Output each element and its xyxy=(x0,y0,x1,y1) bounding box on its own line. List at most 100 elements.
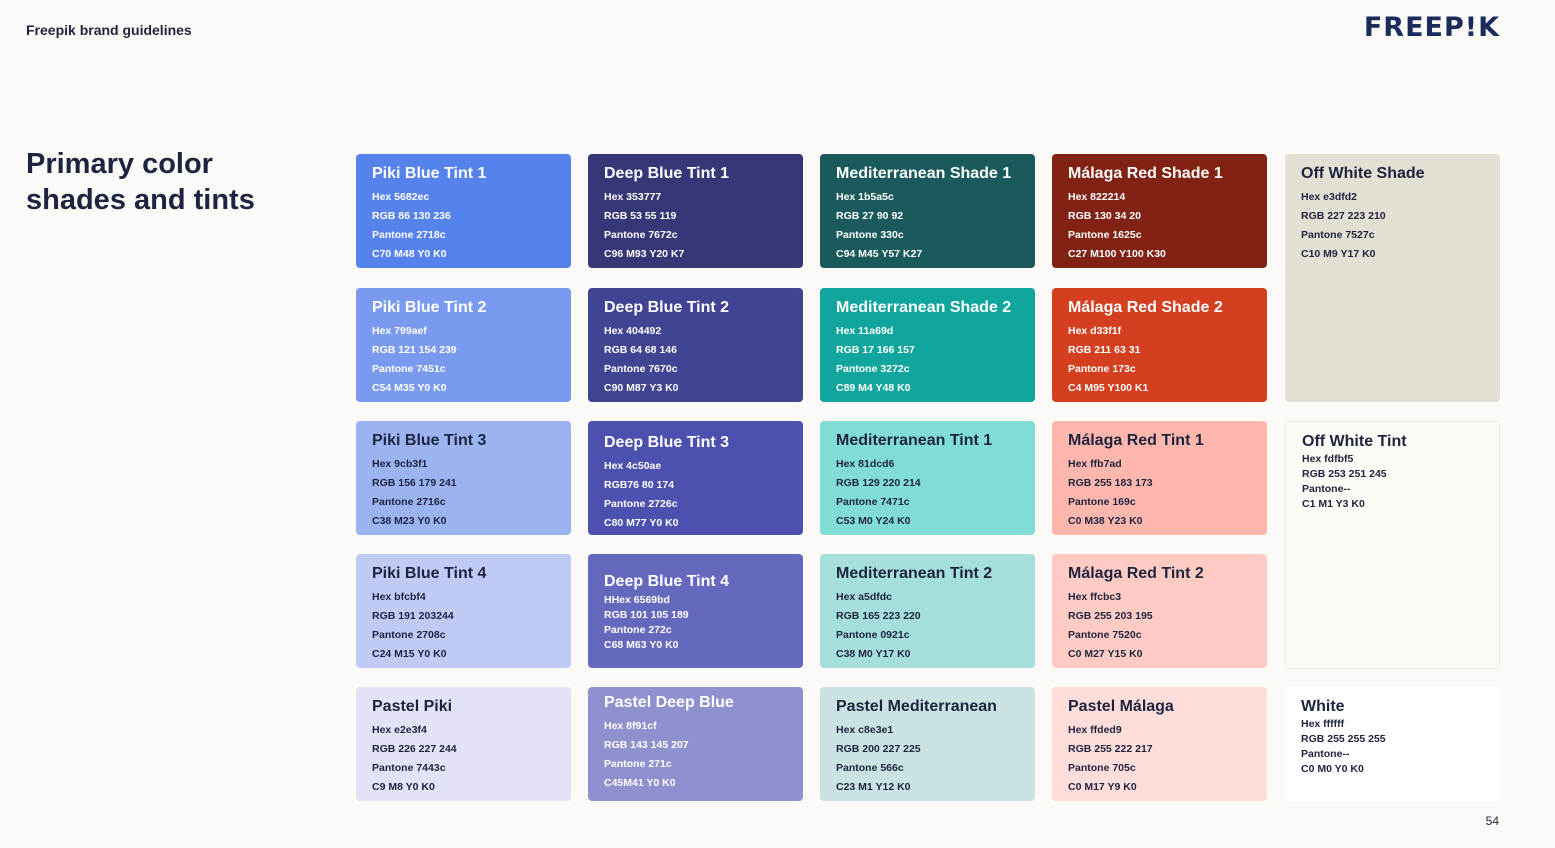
swatch-hex: Hex 4c50ae xyxy=(604,460,662,472)
swatch-malaga-red-shade-2: Málaga Red Shade 2 Hex d33f1f RGB 211 63… xyxy=(1052,288,1267,402)
swatch-off-white-shade: Off White Shade Hex e3dfd2 RGB 227 223 2… xyxy=(1285,154,1500,402)
swatch-name: Piki Blue Tint 2 xyxy=(372,299,487,316)
swatch-rgb: RGB 27 90 92 xyxy=(836,210,904,222)
swatch-cmyk: C96 M93 Y20 K7 xyxy=(604,248,685,260)
swatch-hex: Hex e2e3f4 xyxy=(372,724,427,736)
swatch-off-white-tint: Off White Tint Hex fdfbf5 RGB 253 251 24… xyxy=(1285,421,1500,669)
swatch-white: White Hex ffffff RGB 255 255 255 Pantone… xyxy=(1285,687,1500,801)
swatch-pastel-piki: Pastel Piki Hex e2e3f4 RGB 226 227 244 P… xyxy=(356,687,571,801)
swatch-name: Málaga Red Shade 2 xyxy=(1068,299,1223,316)
swatch-rgb: RGB 227 223 210 xyxy=(1301,210,1386,222)
swatch-hex: Hex 404492 xyxy=(604,325,662,337)
swatch-deep-blue-tint-4: Deep Blue Tint 4 HHex 6569bd RGB 101 105… xyxy=(588,554,803,668)
swatch-rgb: RGB 255 255 255 xyxy=(1301,733,1386,745)
swatch-grid: Piki Blue Tint 1 Hex 5682ec RGB 86 130 2… xyxy=(356,154,1500,802)
swatch-cmyk: C10 M9 Y17 K0 xyxy=(1301,248,1376,260)
swatch-cmyk: C0 M27 Y15 K0 xyxy=(1068,648,1143,660)
swatch-pantone: Pantone-- xyxy=(1302,483,1351,495)
swatch-cmyk: C89 M4 Y48 K0 xyxy=(836,382,911,394)
swatch-cmyk: C90 M87 Y3 K0 xyxy=(604,382,679,394)
swatch-name: Deep Blue Tint 2 xyxy=(604,299,730,316)
swatch-hex: Hex 799aef xyxy=(372,325,427,337)
swatch-name: Pastel Deep Blue xyxy=(604,694,734,711)
swatch-hex: Hex a5dfdc xyxy=(836,591,893,603)
swatch-pantone: Pantone 169c xyxy=(1068,496,1136,508)
swatch-rgb: RGB 53 55 119 xyxy=(604,210,677,222)
swatch-pastel-deep-blue: Pastel Deep Blue Hex 8f91cf RGB 143 145 … xyxy=(588,687,803,801)
swatch-name: Pastel Mediterranean xyxy=(836,698,997,715)
swatch-hex: Hex 1b5a5c xyxy=(836,191,894,203)
swatch-mediterranean-shade-1: Mediterranean Shade 1 Hex 1b5a5c RGB 27 … xyxy=(820,154,1035,268)
swatch-name: Deep Blue Tint 3 xyxy=(604,434,730,451)
swatch-cmyk: C94 M45 Y57 K27 xyxy=(836,248,923,260)
swatch-pantone: Pantone 7527c xyxy=(1301,229,1375,241)
swatch-name: Deep Blue Tint 1 xyxy=(604,165,730,182)
swatch-piki-blue-tint-4: Piki Blue Tint 4 Hex bfcbf4 RGB 191 2032… xyxy=(356,554,571,668)
swatch-cmyk: C38 M23 Y0 K0 xyxy=(372,515,447,527)
swatch-hex: Hex ffcbc3 xyxy=(1068,591,1122,603)
swatch-name: Piki Blue Tint 3 xyxy=(372,432,487,449)
swatch-cmyk: C68 M63 Y0 K0 xyxy=(604,639,679,651)
swatch-rgb: RGB76 80 174 xyxy=(604,479,675,491)
swatch-cmyk: C27 M100 Y100 K30 xyxy=(1068,248,1166,260)
swatch-pantone: Pantone-- xyxy=(1301,748,1350,760)
swatch-name: Mediterranean Shade 2 xyxy=(836,299,1012,316)
page-title-line-1: Primary color xyxy=(26,148,213,180)
swatch-rgb: RGB 191 203244 xyxy=(372,610,454,622)
swatch-cmyk: C1 M1 Y3 K0 xyxy=(1302,498,1365,510)
page-title: Primary color shades and tints xyxy=(26,146,326,218)
swatch-pantone: Pantone 7672c xyxy=(604,229,678,241)
swatch-mediterranean-tint-2: Mediterranean Tint 2 Hex a5dfdc RGB 165 … xyxy=(820,554,1035,668)
swatch-cmyk: C53 M0 Y24 K0 xyxy=(836,515,911,527)
swatch-piki-blue-tint-3: Piki Blue Tint 3 Hex 9cb3f1 RGB 156 179 … xyxy=(356,421,571,535)
swatch-cmyk: C24 M15 Y0 K0 xyxy=(372,648,447,660)
swatch-hex: Hex ffded9 xyxy=(1068,724,1122,736)
swatch-pantone: Pantone 2708c xyxy=(372,629,446,641)
swatch-rgb: RGB 86 130 236 xyxy=(372,210,451,222)
swatch-pantone: Pantone 7520c xyxy=(1068,629,1142,641)
swatch-cmyk: C54 M35 Y0 K0 xyxy=(372,382,447,394)
swatch-rgb: RGB 130 34 20 xyxy=(1068,210,1141,222)
swatch-rgb: RGB 101 105 189 xyxy=(604,609,689,621)
swatch-name: Deep Blue Tint 4 xyxy=(604,573,730,590)
swatch-pastel-malaga: Pastel Málaga Hex ffded9 RGB 255 222 217… xyxy=(1052,687,1267,801)
swatch-piki-blue-tint-1: Piki Blue Tint 1 Hex 5682ec RGB 86 130 2… xyxy=(356,154,571,268)
swatch-pantone: Pantone 173c xyxy=(1068,363,1136,375)
swatch-cmyk: C0 M17 Y9 K0 xyxy=(1068,781,1137,793)
swatch-hex: Hex c8e3e1 xyxy=(836,724,894,736)
swatch-mediterranean-shade-2: Mediterranean Shade 2 Hex 11a69d RGB 17 … xyxy=(820,288,1035,402)
swatch-hex: Hex 822214 xyxy=(1068,191,1126,203)
brand-header: Freepik brand guidelines xyxy=(26,22,192,38)
swatch-name: Off White Shade xyxy=(1301,165,1425,182)
swatch-name: Mediterranean Tint 1 xyxy=(836,432,993,449)
swatch-rgb: RGB 129 220 214 xyxy=(836,477,921,489)
swatch-name: Pastel Piki xyxy=(372,698,453,715)
swatch-malaga-red-shade-1: Málaga Red Shade 1 Hex 822214 RGB 130 34… xyxy=(1052,154,1267,268)
swatch-mediterranean-tint-1: Mediterranean Tint 1 Hex 81dcd6 RGB 129 … xyxy=(820,421,1035,535)
swatch-pantone: Pantone 566c xyxy=(836,762,904,774)
swatch-rgb: RGB 143 145 207 xyxy=(604,739,689,751)
swatch-pantone: Pantone 2718c xyxy=(372,229,446,241)
swatch-cmyk: C0 M0 Y0 K0 xyxy=(1301,763,1364,775)
swatch-pantone: Pantone 705c xyxy=(1068,762,1136,774)
swatch-hex: Hex ffffff xyxy=(1301,718,1345,730)
page-title-line-2: shades and tints xyxy=(26,184,255,216)
swatch-cmyk: C4 M95 Y100 K1 xyxy=(1068,382,1149,394)
swatch-cmyk: C80 M77 Y0 K0 xyxy=(604,517,679,529)
swatch-pantone: Pantone 2716c xyxy=(372,496,446,508)
swatch-malaga-red-tint-1: Málaga Red Tint 1 Hex ffb7ad RGB 255 183… xyxy=(1052,421,1267,535)
swatch-pantone: Pantone 7670c xyxy=(604,363,678,375)
swatch-name: Pastel Málaga xyxy=(1068,698,1174,715)
swatch-pantone: Pantone 1625c xyxy=(1068,229,1142,241)
swatch-cmyk: C0 M38 Y23 K0 xyxy=(1068,515,1143,527)
swatch-name: Piki Blue Tint 1 xyxy=(372,165,487,182)
swatch-pantone: Pantone 7443c xyxy=(372,762,446,774)
swatch-hex: Hex 8f91cf xyxy=(604,720,657,732)
swatch-cmyk: C38 M0 Y17 K0 xyxy=(836,648,911,660)
swatch-hex: Hex e3dfd2 xyxy=(1301,191,1358,203)
swatch-name: Mediterranean Tint 2 xyxy=(836,565,993,582)
swatch-hex: Hex 81dcd6 xyxy=(836,458,895,470)
swatch-rgb: RGB 211 63 31 xyxy=(1068,344,1141,356)
swatch-pastel-mediterranean: Pastel Mediterranean Hex c8e3e1 RGB 200 … xyxy=(820,687,1035,801)
swatch-hex: Hex ffb7ad xyxy=(1068,458,1122,470)
